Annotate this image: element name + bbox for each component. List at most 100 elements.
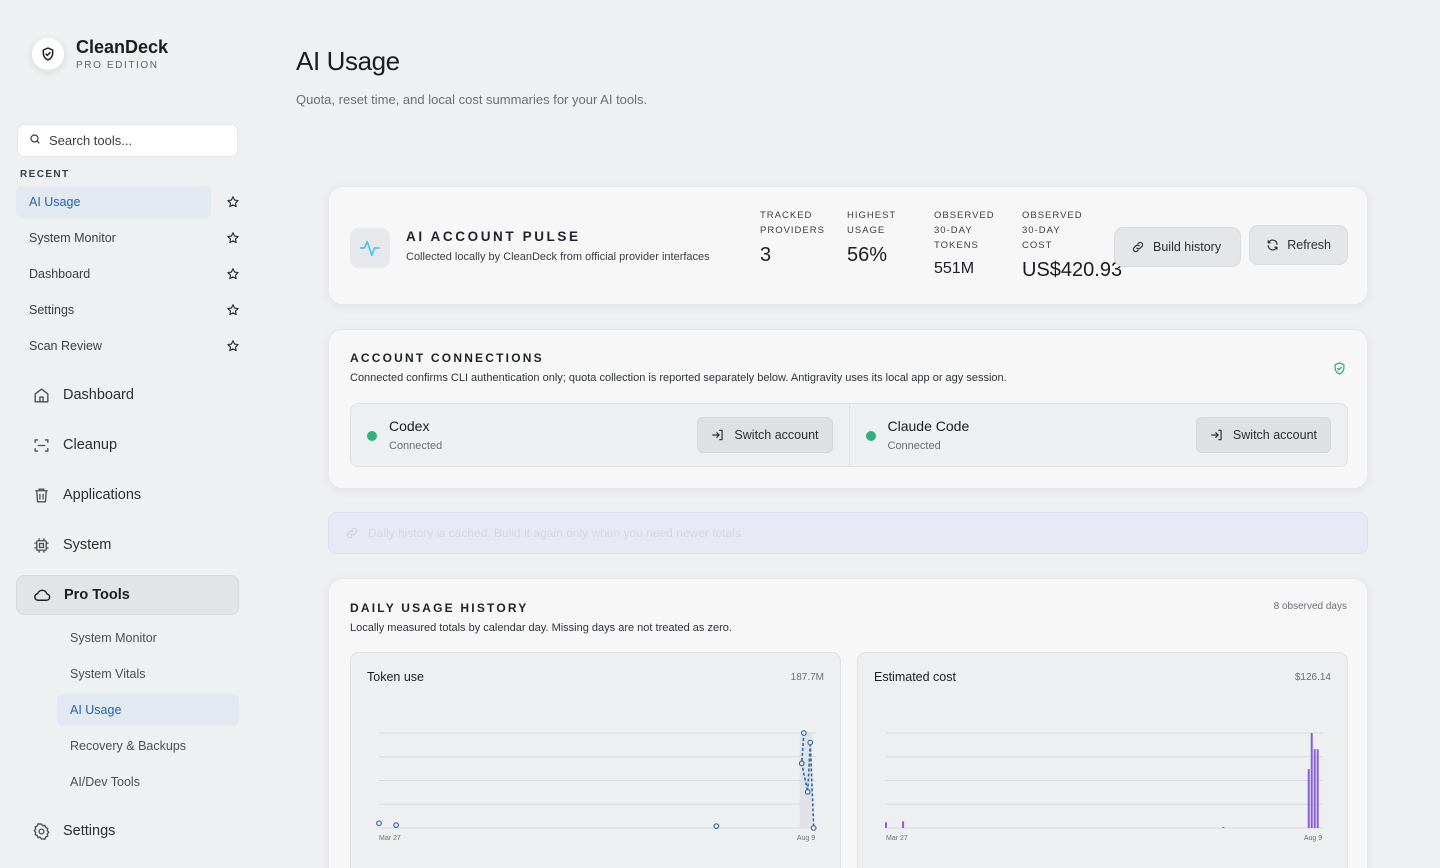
stat-value: 56% bbox=[847, 244, 888, 266]
nav-item-settings[interactable]: Settings bbox=[16, 811, 239, 851]
recent-list: AI Usage System Monitor Dashboard Settin… bbox=[16, 186, 246, 366]
search-box[interactable] bbox=[17, 124, 238, 157]
main-nav: Dashboard Cleanup Applications System Pr… bbox=[16, 375, 239, 625]
stat-observed-cost: OBSERVED 30-DAY COST US$420.93 bbox=[1022, 208, 1122, 282]
nav-item-pro-tools[interactable]: Pro Tools bbox=[16, 575, 239, 615]
account-name: Codex bbox=[389, 418, 430, 434]
nav-label: Dashboard bbox=[63, 387, 134, 403]
stat-value: US$420.93 bbox=[1022, 259, 1123, 281]
status-dot bbox=[865, 431, 876, 441]
recent-item-system-monitor[interactable]: System Monitor bbox=[16, 222, 246, 254]
recent-item-scan-review[interactable]: Scan Review bbox=[16, 330, 246, 362]
history-cached-notice: Daily history is cached. Build it again … bbox=[328, 512, 1368, 554]
data-point bbox=[393, 822, 399, 829]
recent-item-label: Dashboard bbox=[29, 267, 91, 281]
trash-icon bbox=[35, 487, 48, 503]
nav-item-cleanup[interactable]: Cleanup bbox=[16, 425, 239, 465]
star-icon[interactable] bbox=[226, 195, 240, 209]
nav-label: System bbox=[63, 537, 112, 553]
data-point bbox=[798, 760, 805, 767]
daily-usage-history-card: DAILY USAGE HISTORY Locally measured tot… bbox=[328, 578, 1368, 868]
subnav-item-ai-usage[interactable]: AI Usage bbox=[57, 694, 239, 726]
pro-tools-subnav: System Monitor System Vitals AI Usage Re… bbox=[57, 622, 239, 802]
data-point bbox=[376, 820, 382, 827]
recent-item-settings[interactable]: Settings bbox=[16, 294, 246, 326]
pulse-title: AI ACCOUNT PULSE bbox=[406, 229, 581, 244]
switch-account-button[interactable]: Switch account bbox=[697, 417, 833, 453]
account-connections-card: ACCOUNT CONNECTIONS Connected confirms C… bbox=[328, 329, 1368, 489]
connections-subtitle: Connected confirms CLI authentication on… bbox=[350, 372, 1007, 384]
nav-label: Cleanup bbox=[63, 437, 118, 453]
link-icon bbox=[1132, 241, 1144, 253]
connections-title: ACCOUNT CONNECTIONS bbox=[350, 351, 544, 365]
star-icon[interactable] bbox=[226, 231, 240, 245]
x-tick-label: Aug 9 bbox=[797, 835, 815, 842]
switch-account-label: Switch account bbox=[1232, 428, 1317, 442]
shield-logo-icon bbox=[32, 38, 64, 70]
stat-label: HIGHEST USAGE bbox=[847, 210, 897, 236]
star-icon[interactable] bbox=[226, 339, 240, 353]
nav-label: Applications bbox=[63, 487, 142, 503]
subnav-item-recovery-backups[interactable]: Recovery & Backups bbox=[57, 730, 239, 762]
search-input[interactable] bbox=[49, 133, 229, 148]
history-subtitle: Locally measured totals by calendar day.… bbox=[350, 622, 732, 634]
page-subtitle: Quota, reset time, and local cost summar… bbox=[296, 92, 648, 107]
stat-value: 551M bbox=[934, 260, 975, 277]
recent-item-label: System Monitor bbox=[29, 231, 116, 245]
switch-account-button[interactable]: Switch account bbox=[1195, 417, 1331, 453]
cost-bar bbox=[1307, 769, 1310, 828]
stat-observed-tokens: OBSERVED 30-DAY TOKENS 551M bbox=[934, 208, 995, 278]
account-codex: Codex Connected Switch account bbox=[351, 404, 849, 466]
refresh-button[interactable]: Refresh bbox=[1249, 225, 1348, 265]
history-title: DAILY USAGE HISTORY bbox=[350, 601, 529, 615]
x-tick-label: Aug 9 bbox=[1304, 835, 1322, 842]
cost-bar bbox=[885, 822, 887, 828]
star-icon[interactable] bbox=[226, 267, 240, 281]
brand[interactable]: CleanDeck PRO EDITION bbox=[32, 37, 168, 71]
data-point bbox=[800, 730, 807, 736]
nav-item-applications[interactable]: Applications bbox=[16, 475, 239, 515]
account-status: Connected bbox=[887, 440, 941, 452]
shield-check-icon bbox=[1334, 362, 1345, 375]
cpu-icon bbox=[34, 537, 49, 553]
subnav-item-ai-dev-tools[interactable]: AI/Dev Tools bbox=[57, 766, 239, 798]
subnav-item-system-vitals[interactable]: System Vitals bbox=[57, 658, 239, 690]
nav-label: Settings bbox=[63, 823, 116, 839]
recent-label: RECENT bbox=[20, 169, 70, 180]
token-use-chart: Token use 187.7M Mar 27 Aug 9 bbox=[350, 652, 841, 868]
recent-item-ai-usage[interactable]: AI Usage bbox=[16, 186, 246, 218]
recent-item-label: Settings bbox=[29, 303, 75, 317]
scan-icon bbox=[34, 438, 49, 452]
star-icon[interactable] bbox=[226, 303, 240, 317]
stat-tracked-providers: TRACKED PROVIDERS 3 bbox=[760, 208, 825, 267]
cost-bar bbox=[1222, 827, 1225, 828]
sign-in-icon bbox=[712, 429, 724, 441]
notice-text: Daily history is cached. Build it again … bbox=[368, 526, 745, 540]
brand-name: CleanDeck bbox=[76, 37, 169, 57]
pulse-subtitle: Collected locally by CleanDeck from offi… bbox=[406, 251, 710, 263]
status-dot bbox=[367, 431, 377, 441]
nav-item-dashboard[interactable]: Dashboard bbox=[16, 375, 239, 415]
recent-item-dashboard[interactable]: Dashboard bbox=[16, 258, 246, 290]
cloud-icon bbox=[34, 589, 51, 601]
nav-item-system[interactable]: System bbox=[16, 525, 239, 565]
recent-item-label: AI Usage bbox=[29, 195, 81, 209]
connections-list: Codex Connected Switch account Claude Co… bbox=[350, 403, 1348, 467]
cost-bar bbox=[1310, 733, 1313, 828]
data-point bbox=[804, 788, 811, 795]
data-point bbox=[713, 823, 720, 830]
gear-icon bbox=[33, 822, 50, 840]
account-name: Claude Code bbox=[887, 418, 970, 434]
switch-account-label: Switch account bbox=[734, 428, 819, 442]
cost-bar bbox=[902, 821, 905, 828]
refresh-label: Refresh bbox=[1287, 238, 1331, 252]
link-icon bbox=[346, 527, 358, 539]
subnav-item-system-monitor[interactable]: System Monitor bbox=[57, 622, 239, 654]
ai-account-pulse-card: AI ACCOUNT PULSE Collected locally by Cl… bbox=[328, 186, 1368, 305]
x-tick-label: Mar 27 bbox=[379, 835, 401, 842]
activity-icon bbox=[350, 228, 390, 268]
cost-bar bbox=[1313, 749, 1316, 828]
build-history-button[interactable]: Build history bbox=[1114, 227, 1241, 267]
stat-value: 3 bbox=[760, 244, 772, 266]
refresh-icon bbox=[1267, 239, 1278, 251]
